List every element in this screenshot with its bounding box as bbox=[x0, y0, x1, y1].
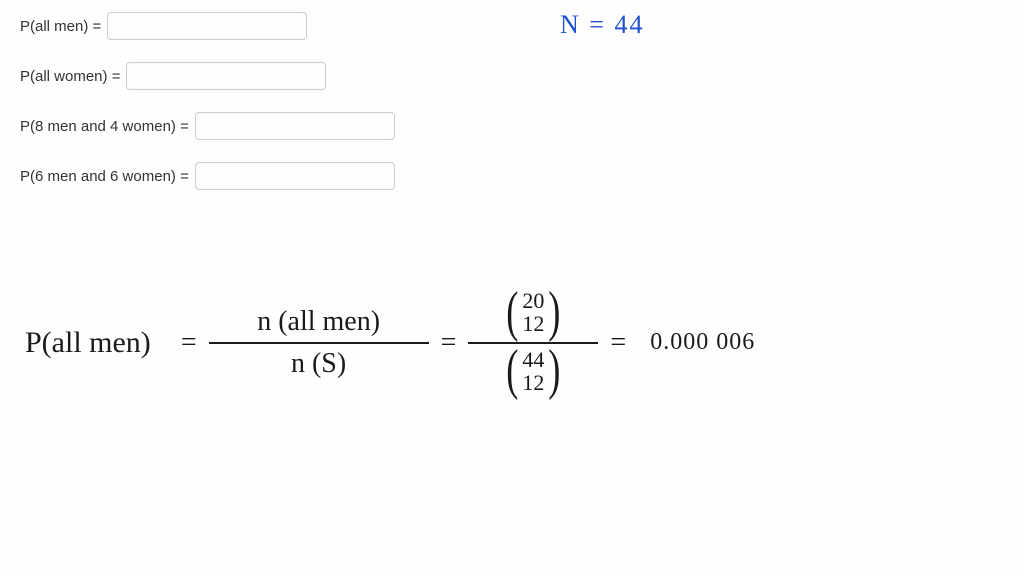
work-result: 0.000 006 bbox=[650, 329, 755, 356]
form-row-6men-6women: P(6 men and 6 women) = bbox=[20, 162, 1004, 190]
calculation-work: P(all men) = n (all men) n (S) = ( 20 12… bbox=[25, 285, 755, 400]
binom-top-k: 12 bbox=[522, 312, 544, 335]
paren-left-icon: ( bbox=[506, 348, 518, 393]
paren-right-icon: ) bbox=[549, 348, 561, 393]
binom-top-n: 20 bbox=[522, 289, 544, 312]
input-8men-4women[interactable] bbox=[195, 112, 395, 140]
frac1-numerator: n (all men) bbox=[247, 302, 390, 342]
label-8men-4women: P(8 men and 4 women) = bbox=[20, 118, 189, 135]
input-all-women[interactable] bbox=[126, 62, 326, 90]
label-all-women: P(all women) = bbox=[20, 68, 120, 85]
form-row-all-men: P(all men) = bbox=[20, 12, 1004, 40]
equals-1: = bbox=[181, 327, 197, 359]
equals-3: = bbox=[610, 327, 626, 359]
binom-bot-n: 44 bbox=[522, 348, 544, 371]
form-row-8men-4women: P(8 men and 4 women) = bbox=[20, 112, 1004, 140]
binom-top: ( 20 12 ) bbox=[503, 289, 564, 335]
annotation-n-equals: N = 44 bbox=[560, 10, 644, 40]
form-row-all-women: P(all women) = bbox=[20, 62, 1004, 90]
label-6men-6women: P(6 men and 6 women) = bbox=[20, 168, 189, 185]
frac2-numerator: ( 20 12 ) bbox=[493, 285, 574, 342]
input-6men-6women[interactable] bbox=[195, 162, 395, 190]
fraction-binomial: ( 20 12 ) ( 44 12 ) bbox=[468, 285, 598, 400]
frac1-denominator: n (S) bbox=[281, 344, 356, 384]
frac2-denominator: ( 44 12 ) bbox=[493, 344, 574, 401]
fraction-definition: n (all men) n (S) bbox=[209, 302, 429, 384]
equals-2: = bbox=[441, 327, 457, 359]
label-all-men: P(all men) = bbox=[20, 18, 101, 35]
work-lhs: P(all men) bbox=[25, 326, 151, 360]
input-all-men[interactable] bbox=[107, 12, 307, 40]
paren-right-icon: ) bbox=[549, 290, 561, 335]
binom-bot-k: 12 bbox=[522, 371, 544, 394]
binom-bot: ( 44 12 ) bbox=[503, 348, 564, 394]
paren-left-icon: ( bbox=[506, 290, 518, 335]
